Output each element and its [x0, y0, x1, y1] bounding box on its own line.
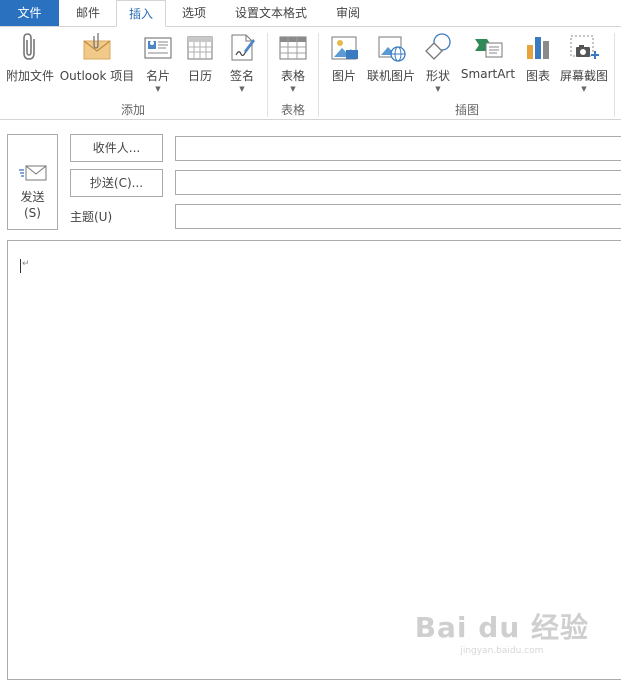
subject-field[interactable]	[175, 204, 621, 229]
watermark-url: jingyan.baidu.com	[460, 646, 544, 656]
tab-file[interactable]: 文件	[0, 0, 59, 26]
chevron-down-icon: ▼	[435, 85, 441, 93]
chevron-down-icon: ▼	[581, 85, 587, 93]
send-shortcut-label: (S)	[24, 206, 41, 220]
to-field[interactable]	[175, 136, 621, 161]
paragraph-mark: ↵	[22, 259, 30, 269]
screenshot-label: 屏幕截图	[559, 69, 608, 83]
chevron-down-icon: ▼	[155, 85, 161, 93]
chevron-down-icon: ▼	[290, 85, 296, 93]
paperclip-icon	[23, 33, 35, 60]
signature-button[interactable]: 签名 ▼	[224, 31, 260, 93]
screenshot-icon	[570, 35, 599, 59]
signature-label: 签名	[229, 69, 254, 83]
chart-label: 图表	[525, 69, 550, 83]
picture-icon	[331, 36, 358, 60]
business-card-icon	[144, 37, 172, 59]
tab-options[interactable]: 选项	[168, 0, 220, 26]
chevron-down-icon: ▼	[239, 85, 245, 93]
shapes-button[interactable]: 形状 ▼	[420, 31, 456, 93]
tab-review[interactable]: 审阅	[322, 0, 374, 26]
outlook-item-button[interactable]: Outlook 项目	[58, 31, 136, 84]
to-button[interactable]: 收件人...	[70, 134, 163, 162]
online-picture-label: 联机图片	[366, 69, 415, 83]
group-label-add: 添加	[120, 103, 145, 117]
calendar-icon	[187, 36, 213, 60]
tab-format-text[interactable]: 设置文本格式	[222, 0, 320, 26]
table-icon	[279, 36, 307, 60]
tab-insert[interactable]: 插入	[116, 0, 166, 27]
online-picture-icon	[378, 36, 406, 62]
subject-label: 主题(U)	[70, 210, 113, 224]
send-envelope-icon	[18, 165, 46, 181]
screenshot-button[interactable]: 屏幕截图 ▼	[558, 31, 610, 93]
shapes-label: 形状	[425, 69, 450, 83]
calendar-label: 日历	[187, 69, 212, 83]
text-cursor	[20, 259, 21, 273]
group-label-illustrations: 插图	[454, 103, 479, 117]
attach-file-label: 附加文件	[5, 69, 54, 83]
smartart-button[interactable]: SmartArt	[460, 31, 516, 81]
business-card-label: 名片	[145, 69, 170, 83]
ribbon-insert: 附加文件 Outlook 项目 名片 ▼ 日历 签名 ▼ 添加 表格 ▼ 表格 …	[0, 26, 621, 120]
attach-file-button[interactable]: 附加文件	[4, 31, 56, 84]
outlook-item-label: Outlook 项目	[59, 69, 135, 83]
group-label-table: 表格	[280, 103, 305, 117]
online-picture-button[interactable]: 联机图片	[366, 31, 416, 84]
cc-button[interactable]: 抄送(C)...	[70, 169, 163, 197]
ribbon-tab-bar: 文件 邮件 插入 选项 设置文本格式 审阅	[0, 0, 621, 27]
send-label: 发送	[20, 190, 45, 204]
smartart-icon	[475, 39, 503, 58]
table-button[interactable]: 表格 ▼	[274, 31, 312, 93]
watermark-logo-text: Bai du 经验	[414, 611, 589, 644]
table-label: 表格	[280, 69, 305, 83]
tab-mail[interactable]: 邮件	[61, 0, 115, 26]
smartart-label: SmartArt	[460, 67, 516, 81]
envelope-icon	[83, 33, 111, 60]
chart-icon	[527, 37, 549, 59]
send-button[interactable]: 发送 (S)	[7, 134, 58, 230]
shapes-icon	[425, 33, 451, 60]
group-separator	[614, 33, 615, 117]
calendar-button[interactable]: 日历	[182, 31, 218, 84]
chart-button[interactable]: 图表	[520, 31, 556, 84]
business-card-button[interactable]: 名片 ▼	[140, 31, 176, 93]
signature-icon	[231, 34, 255, 61]
picture-label: 图片	[331, 69, 356, 83]
watermark: Bai du 经验 jingyan.baidu.com	[415, 606, 589, 656]
cc-field[interactable]	[175, 170, 621, 195]
picture-button[interactable]: 图片	[326, 31, 362, 84]
